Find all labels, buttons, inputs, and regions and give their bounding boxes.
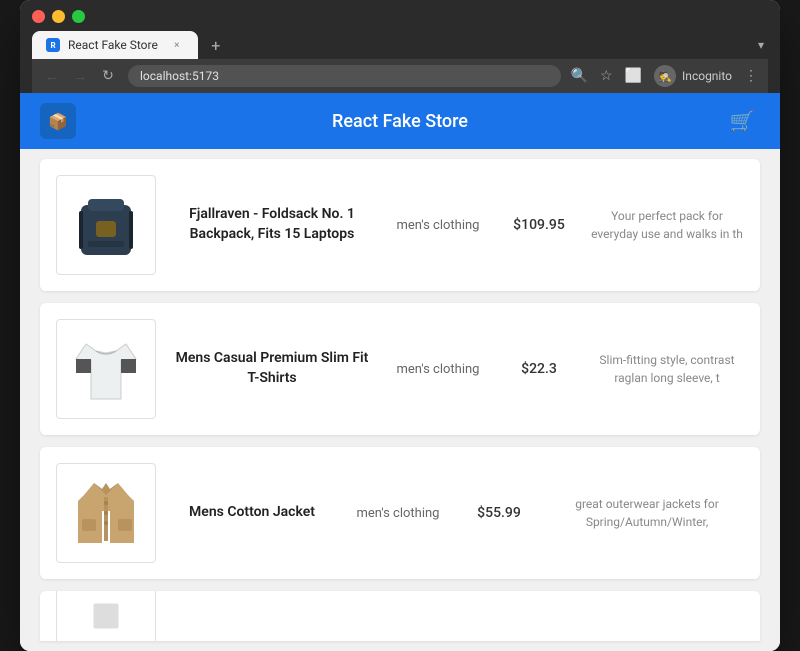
menu-icon[interactable]: ⋮	[744, 68, 758, 84]
nav-buttons: ← → ↻	[42, 68, 118, 85]
product-row[interactable]: Mens Cotton Jacket men's clothing $55.99…	[40, 447, 760, 579]
browser-window: R React Fake Store × + ▾ ← → ↻ localhost…	[20, 0, 780, 651]
product-image-2	[56, 319, 156, 419]
address-bar-icons: 🔍 ☆ ⬜ 🕵 Incognito ⋮	[571, 65, 758, 87]
product-price-2: $22.3	[504, 361, 574, 377]
cart-button[interactable]: 🛒	[724, 103, 760, 139]
close-traffic-light[interactable]	[32, 10, 45, 23]
new-tab-button[interactable]: +	[204, 33, 228, 57]
product-description-2: Slim-fitting style, contrast raglan long…	[590, 351, 744, 387]
product-description-3: great outerwear jackets for Spring/Autum…	[550, 495, 744, 531]
product-category-1: men's clothing	[388, 218, 488, 233]
forward-button[interactable]: →	[70, 68, 90, 85]
tab-favicon: R	[46, 38, 60, 52]
cart-icon: 🛒	[730, 109, 755, 133]
address-bar: ← → ↻ localhost:5173 🔍 ☆ ⬜ 🕵 Incognito ⋮	[32, 59, 768, 93]
url-text: localhost:5173	[140, 69, 219, 83]
product-row-partial	[40, 591, 760, 641]
tab-overflow-arrow[interactable]: ▾	[758, 38, 768, 52]
app-header: 📦 React Fake Store 🛒	[20, 93, 780, 149]
product-row[interactable]: Fjallraven - Foldsack No. 1 Backpack, Fi…	[40, 159, 760, 291]
product-name-3: Mens Cotton Jacket	[172, 503, 332, 523]
product-list: Fjallraven - Foldsack No. 1 Backpack, Fi…	[20, 149, 780, 651]
logo-icon: 📦	[48, 112, 68, 131]
app-title: React Fake Store	[76, 111, 724, 132]
incognito-badge[interactable]: 🕵 Incognito	[654, 65, 732, 87]
product-image-1	[56, 175, 156, 275]
product-category-2: men's clothing	[388, 362, 488, 377]
bookmark-icon[interactable]: ☆	[600, 68, 613, 84]
incognito-icon: 🕵	[654, 65, 676, 87]
product-image-3	[56, 463, 156, 563]
app-logo: 📦	[40, 103, 76, 139]
minimize-traffic-light[interactable]	[52, 10, 65, 23]
product-row[interactable]: Mens Casual Premium Slim Fit T-Shirts me…	[40, 303, 760, 435]
product-price-1: $109.95	[504, 217, 574, 233]
product-price-3: $55.99	[464, 505, 534, 521]
product-image-4-partial	[56, 591, 156, 641]
active-tab[interactable]: R React Fake Store ×	[32, 31, 198, 59]
app-content: 📦 React Fake Store 🛒	[20, 93, 780, 651]
product-name-1: Fjallraven - Foldsack No. 1 Backpack, Fi…	[172, 205, 372, 244]
url-bar[interactable]: localhost:5173	[128, 65, 561, 87]
browser-chrome: R React Fake Store × + ▾ ← → ↻ localhost…	[20, 0, 780, 93]
product-category-3: men's clothing	[348, 506, 448, 521]
split-view-icon[interactable]: ⬜	[625, 68, 642, 84]
tab-title: React Fake Store	[68, 38, 158, 52]
tab-close-button[interactable]: ×	[170, 38, 184, 52]
traffic-lights	[32, 10, 768, 23]
search-icon[interactable]: 🔍	[571, 68, 588, 84]
refresh-button[interactable]: ↻	[98, 68, 118, 84]
incognito-label: Incognito	[682, 69, 732, 83]
product-description-1: Your perfect pack for everyday use and w…	[590, 207, 744, 243]
product-name-2: Mens Casual Premium Slim Fit T-Shirts	[172, 349, 372, 388]
back-button[interactable]: ←	[42, 68, 62, 85]
tab-bar: R React Fake Store × + ▾	[32, 31, 768, 59]
maximize-traffic-light[interactable]	[72, 10, 85, 23]
